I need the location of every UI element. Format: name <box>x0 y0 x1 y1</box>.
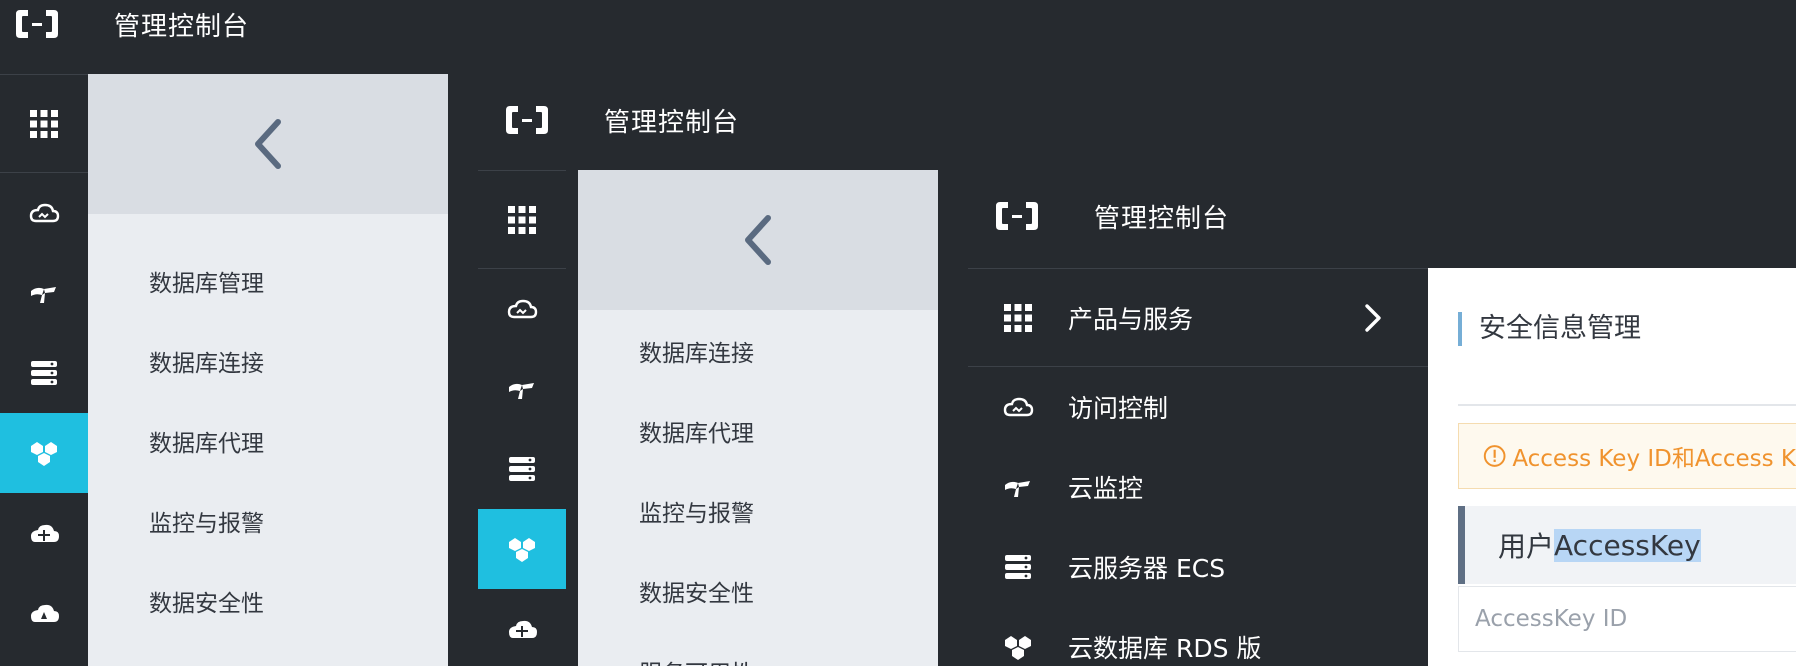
top-bar: 管理控制台 <box>0 0 1796 74</box>
grid-icon <box>1002 302 1034 334</box>
gauge-icon <box>506 373 538 405</box>
submenu-collapse-button[interactable] <box>88 74 448 214</box>
rocket-icon <box>28 597 60 629</box>
page-title: 安全信息管理 <box>1458 312 1641 346</box>
cloud-db-icon <box>506 613 538 645</box>
submenu-item[interactable]: 数据库代理 <box>88 424 448 458</box>
top-bar: 管理控制台 <box>968 170 1796 268</box>
nav-item-label: 云监控 <box>1068 474 1144 503</box>
exclamation-circle-icon <box>1483 443 1506 469</box>
accesskey-highlight: AccessKey <box>1554 528 1701 562</box>
nav-item-cloud-monitor[interactable]: 云监控 <box>968 447 1428 527</box>
rail-item-cloud-monitor[interactable] <box>478 349 566 429</box>
rail-item-rds[interactable] <box>478 509 566 589</box>
alibaba-cloud-logo-icon[interactable] <box>994 200 1040 232</box>
cloud-icon <box>1002 391 1034 423</box>
grid-icon <box>506 204 538 236</box>
submenu-item[interactable]: 数据安全性 <box>578 574 938 608</box>
server-icon <box>1002 551 1034 583</box>
rail-item-ecs[interactable] <box>478 429 566 509</box>
rds-icon <box>28 437 60 469</box>
server-icon <box>28 357 60 389</box>
rail-item-rds[interactable] <box>0 413 88 493</box>
rail-item-rocket[interactable] <box>0 573 88 653</box>
nav-item-ecs[interactable]: 云服务器 ECS <box>968 527 1428 607</box>
app-title: 管理控制台 <box>604 108 740 138</box>
submenu-item[interactable]: 数据库管理 <box>88 264 448 298</box>
rail-item-products[interactable] <box>0 75 88 173</box>
cloud-icon <box>506 293 538 325</box>
accesskey-prefix: 用户 <box>1498 530 1555 563</box>
nav-item-label: 访问控制 <box>1068 394 1169 423</box>
cloud-icon <box>28 197 60 229</box>
submenu-item[interactable]: 数据库连接 <box>578 334 938 368</box>
top-bar: 管理控制台 <box>478 74 1796 170</box>
chevron-left-icon <box>250 118 286 170</box>
cloud-db-icon <box>28 517 60 549</box>
gauge-icon <box>1002 471 1034 503</box>
icon-rail <box>0 74 88 666</box>
console-panel-3: 管理控制台 产品与服务 访问控制 云监控 云服务器 ECS 云数据库 RDS 版… <box>968 170 1796 666</box>
security-info-content: 安全信息管理 Access Key ID和Access K 用户 AccessKe… <box>1428 268 1796 666</box>
accesskey-id-column-header: AccessKey ID <box>1458 586 1796 652</box>
submenu-item[interactable]: 数据库连接 <box>88 344 448 378</box>
alert-text: Access Key ID和Access K <box>1512 446 1796 472</box>
icon-rail <box>478 170 566 666</box>
chevron-right-icon <box>1362 303 1384 333</box>
nav-item-access-control[interactable]: 访问控制 <box>968 367 1428 447</box>
rds-icon <box>1002 631 1034 663</box>
server-icon <box>506 453 538 485</box>
submenu-item[interactable]: 数据库代理 <box>578 414 938 448</box>
rds-submenu: 数据库连接 数据库代理 监控与报警 数据安全性 服务可用性 <box>578 170 938 666</box>
alibaba-cloud-logo-icon[interactable] <box>504 104 550 136</box>
rail-item-ecs[interactable] <box>0 333 88 413</box>
submenu-item[interactable]: 监控与报警 <box>88 504 448 538</box>
products-and-services-button[interactable]: 产品与服务 <box>968 269 1428 367</box>
app-title: 管理控制台 <box>114 12 250 42</box>
rail-item-access-control[interactable] <box>478 269 566 349</box>
rail-item-cloud-monitor[interactable] <box>0 253 88 333</box>
nav-item-label: 云数据库 RDS 版 <box>1068 634 1262 663</box>
rds-icon <box>506 533 538 565</box>
rail-item-cloud-db[interactable] <box>478 589 566 666</box>
nav-item-label: 云服务器 ECS <box>1068 554 1226 583</box>
gauge-icon <box>28 277 60 309</box>
submenu-item[interactable]: 服务可用性 <box>578 654 938 666</box>
app-title: 管理控制台 <box>1094 204 1230 234</box>
nav-item-rds[interactable]: 云数据库 RDS 版 <box>968 607 1428 666</box>
product-sidebar: 产品与服务 访问控制 云监控 云服务器 ECS 云数据库 RDS 版 <box>968 268 1428 666</box>
chevron-left-icon <box>740 214 776 266</box>
rail-item-cloud-db[interactable] <box>0 493 88 573</box>
submenu-item[interactable]: 数据安全性 <box>88 584 448 618</box>
submenu-item[interactable]: 监控与报警 <box>578 494 938 528</box>
accesskey-warning-alert: Access Key ID和Access K <box>1458 423 1796 489</box>
products-label: 产品与服务 <box>1068 304 1194 334</box>
user-accesskey-header: 用户 AccessKey <box>1458 506 1796 584</box>
grid-icon <box>28 108 60 140</box>
submenu-collapse-button[interactable] <box>578 170 938 310</box>
divider <box>1458 404 1796 406</box>
rail-item-access-control[interactable] <box>0 173 88 253</box>
rail-item-products[interactable] <box>478 171 566 269</box>
alibaba-cloud-logo-icon[interactable] <box>14 8 60 40</box>
rds-submenu: 数据库管理 数据库连接 数据库代理 监控与报警 数据安全性 <box>88 74 448 666</box>
